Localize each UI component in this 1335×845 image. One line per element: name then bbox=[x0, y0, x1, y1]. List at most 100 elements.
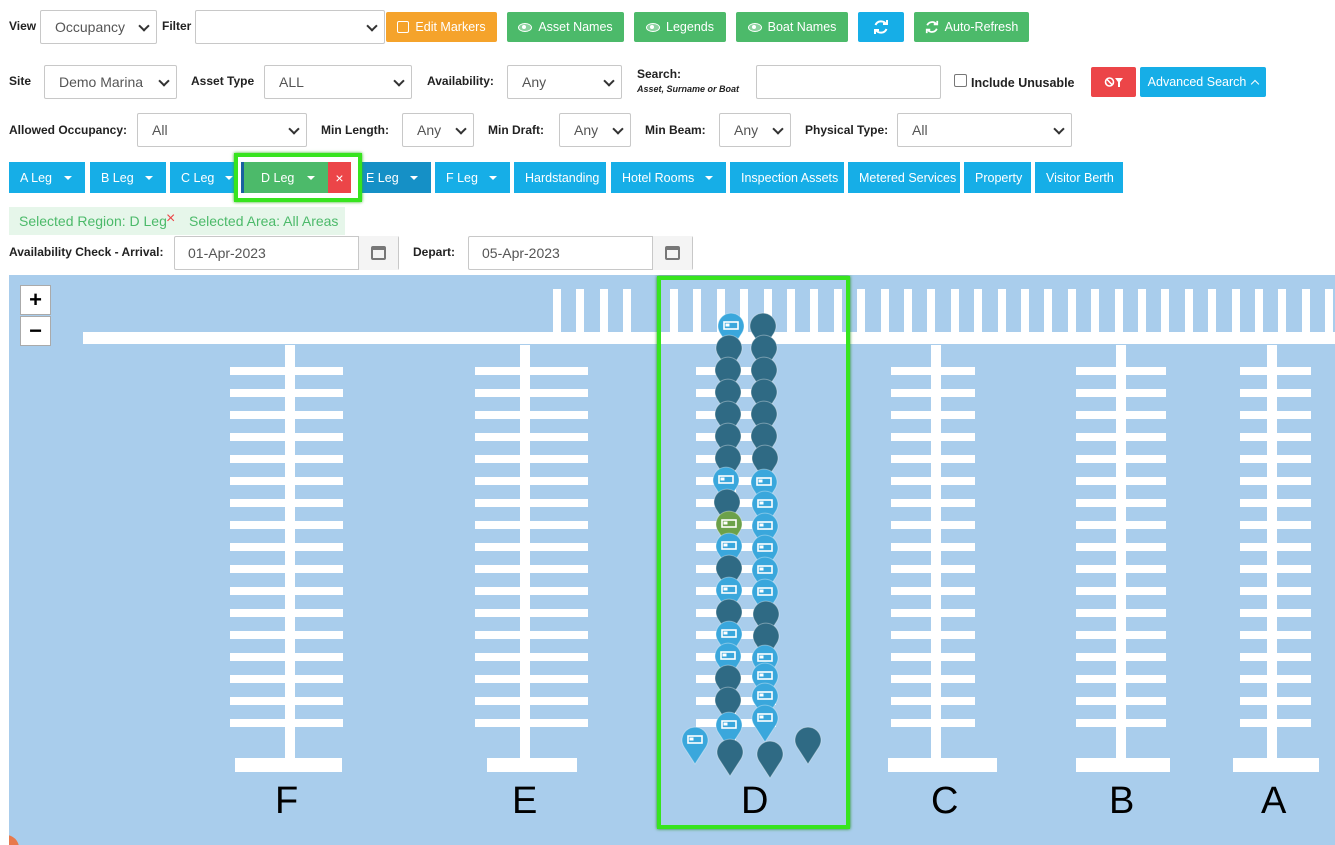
no-filter-icon bbox=[1104, 77, 1123, 87]
site-select-value: Demo Marina bbox=[59, 74, 144, 90]
eye-icon bbox=[747, 22, 762, 32]
tab-label: Inspection Assets bbox=[741, 170, 839, 185]
advanced-search-button[interactable]: Advanced Search bbox=[1140, 67, 1266, 97]
tab-e-leg[interactable]: E Leg bbox=[355, 162, 431, 193]
finger-pier bbox=[1277, 455, 1311, 463]
finger-pier bbox=[1126, 521, 1166, 529]
min-draft-value: Any bbox=[574, 122, 599, 138]
boat-names-label: Boat Names bbox=[767, 20, 837, 34]
asset-type-select[interactable]: ALL bbox=[264, 65, 412, 99]
calendar-icon[interactable] bbox=[358, 236, 398, 270]
finger-pier bbox=[974, 289, 982, 334]
include-unusable-checkbox[interactable] bbox=[954, 74, 967, 87]
tab-f-leg[interactable]: F Leg bbox=[435, 162, 510, 193]
finger-pier bbox=[475, 631, 520, 639]
finger-pier bbox=[530, 675, 588, 683]
highlight-box bbox=[657, 276, 850, 829]
finger-pier bbox=[1240, 477, 1267, 485]
tab-a-leg[interactable]: A Leg bbox=[9, 162, 85, 193]
marina-map[interactable]: + − F E D C B A bbox=[9, 275, 1335, 845]
finger-pier bbox=[475, 565, 520, 573]
finger-pier bbox=[295, 631, 343, 639]
finger-pier bbox=[475, 653, 520, 661]
finger-pier bbox=[530, 367, 588, 375]
finger-pier bbox=[295, 609, 343, 617]
calendar-icon[interactable] bbox=[652, 236, 692, 270]
caret-down-icon[interactable] bbox=[57, 173, 79, 183]
chat-bubble-icon[interactable] bbox=[9, 835, 19, 845]
filter-select[interactable] bbox=[195, 10, 385, 44]
availability-select[interactable]: Any bbox=[507, 65, 622, 99]
leg-label-e: E bbox=[512, 780, 538, 822]
finger-pier bbox=[475, 455, 520, 463]
clear-region-icon[interactable]: × bbox=[166, 210, 175, 228]
advanced-search-label: Advanced Search bbox=[1147, 75, 1247, 89]
tab-inspection-assets[interactable]: Inspection Assets bbox=[730, 162, 844, 193]
search-input[interactable] bbox=[756, 65, 941, 99]
edit-markers-button[interactable]: Edit Markers bbox=[386, 12, 497, 42]
finger-pier bbox=[1126, 631, 1166, 639]
finger-pier bbox=[1277, 697, 1311, 705]
tab-metered-services[interactable]: Metered Services bbox=[848, 162, 960, 193]
tab-b-leg[interactable]: B Leg bbox=[90, 162, 166, 193]
zoom-in-button[interactable]: + bbox=[20, 285, 51, 315]
finger-pier bbox=[530, 521, 588, 529]
finger-pier bbox=[295, 521, 343, 529]
site-select[interactable]: Demo Marina bbox=[44, 65, 177, 99]
finger-pier bbox=[1240, 631, 1267, 639]
finger-pier bbox=[1126, 499, 1166, 507]
finger-pier bbox=[941, 455, 975, 463]
finger-pier bbox=[1240, 499, 1267, 507]
finger-pier bbox=[1076, 389, 1116, 397]
min-length-select[interactable]: Any bbox=[402, 113, 474, 147]
finger-pier bbox=[230, 587, 285, 595]
min-beam-select[interactable]: Any bbox=[719, 113, 791, 147]
finger-pier bbox=[553, 289, 561, 334]
min-draft-label: Min Draft: bbox=[488, 123, 544, 137]
finger-pier bbox=[1240, 433, 1267, 441]
caret-down-icon[interactable] bbox=[300, 173, 322, 183]
caret-down-icon[interactable] bbox=[403, 173, 425, 183]
auto-refresh-button[interactable]: Auto-Refresh bbox=[914, 12, 1029, 42]
boat-names-button[interactable]: Boat Names bbox=[736, 12, 848, 42]
finger-pier bbox=[295, 433, 343, 441]
refresh-button[interactable] bbox=[858, 12, 904, 42]
caret-down-icon[interactable] bbox=[138, 173, 160, 183]
finger-pier bbox=[1277, 587, 1311, 595]
finger-pier bbox=[1240, 411, 1267, 419]
finger-pier bbox=[530, 609, 588, 617]
finger-pier bbox=[941, 543, 975, 551]
caret-down-icon[interactable] bbox=[482, 173, 504, 183]
finger-pier bbox=[230, 675, 285, 683]
legends-button[interactable]: Legends bbox=[634, 12, 726, 42]
finger-pier bbox=[891, 609, 931, 617]
finger-pier bbox=[891, 499, 931, 507]
asset-names-button[interactable]: Asset Names bbox=[507, 12, 624, 42]
tab-hotel-rooms[interactable]: Hotel Rooms bbox=[611, 162, 726, 193]
finger-pier bbox=[941, 477, 975, 485]
finger-pier bbox=[1021, 289, 1029, 334]
finger-pier bbox=[530, 565, 588, 573]
finger-pier bbox=[295, 675, 343, 683]
finger-pier bbox=[1091, 289, 1099, 334]
physical-type-select[interactable]: All bbox=[897, 113, 1072, 147]
finger-pier bbox=[891, 565, 931, 573]
finger-pier bbox=[295, 367, 343, 375]
tab-visitor-berth[interactable]: Visitor Berth bbox=[1035, 162, 1123, 193]
zoom-out-button[interactable]: − bbox=[20, 316, 51, 346]
finger-pier bbox=[1277, 477, 1311, 485]
allowed-occupancy-select[interactable]: All bbox=[137, 113, 307, 147]
clear-filter-button[interactable] bbox=[1091, 67, 1136, 97]
finger-pier bbox=[295, 719, 343, 727]
finger-pier bbox=[230, 653, 285, 661]
tab-d-leg[interactable]: D Leg bbox=[244, 162, 328, 193]
finger-pier bbox=[881, 289, 889, 334]
remove-d-leg-button[interactable]: × bbox=[328, 162, 351, 193]
tab-property[interactable]: Property bbox=[964, 162, 1031, 193]
zoom-out-label: − bbox=[29, 318, 42, 343]
min-draft-select[interactable]: Any bbox=[559, 113, 631, 147]
caret-down-icon[interactable] bbox=[698, 173, 720, 183]
tab-label: C Leg bbox=[181, 170, 215, 185]
tab-hardstanding[interactable]: Hardstanding bbox=[514, 162, 606, 193]
view-select[interactable]: Occupancy bbox=[40, 10, 157, 44]
